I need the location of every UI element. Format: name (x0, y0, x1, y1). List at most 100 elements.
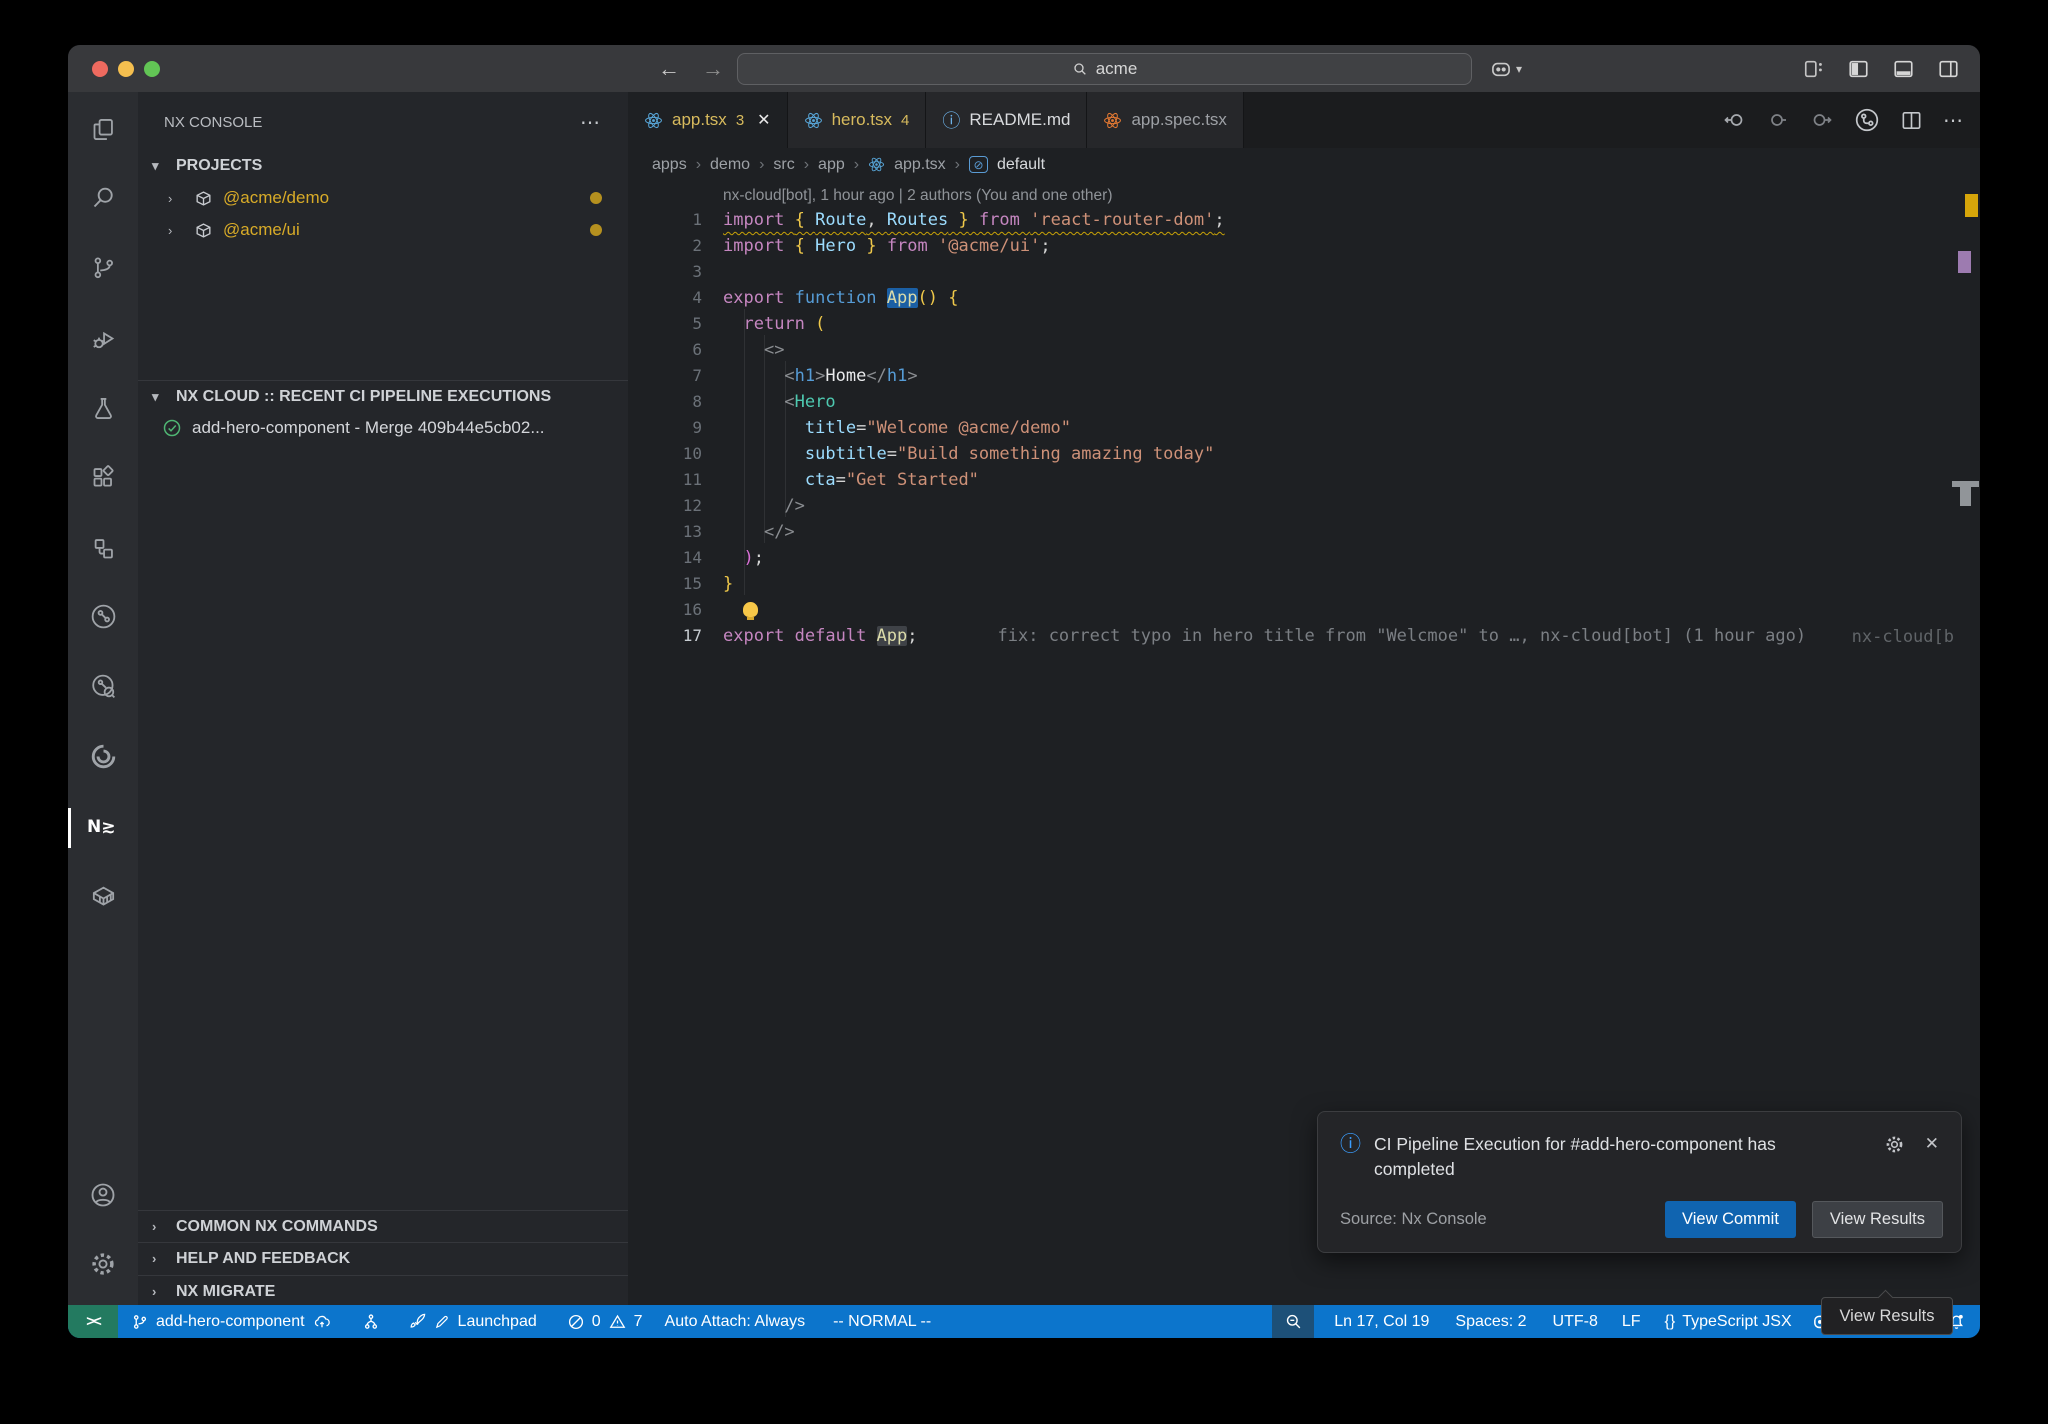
breadcrumb-item[interactable]: apps (652, 156, 687, 174)
language-mode-status-item[interactable]: {}TypeScript JSX (1665, 1313, 1792, 1331)
nx-console-icon: N≳ (86, 813, 120, 844)
search-icon (90, 184, 117, 216)
activity-bar-item-nx-project-graph-icon[interactable] (68, 527, 138, 575)
minimize-window-button[interactable] (118, 61, 134, 77)
notification-settings-gear-icon[interactable] (1884, 1134, 1905, 1155)
activity-bar-item-explorer-icon[interactable] (68, 108, 138, 156)
encoding-status-item[interactable]: UTF-8 (1553, 1313, 1598, 1331)
nx-project-graph-icon (90, 535, 117, 567)
navigate-current-icon[interactable] (1766, 108, 1790, 132)
lightbulb-icon[interactable] (743, 602, 758, 617)
breadcrumb-item[interactable]: src (773, 156, 794, 174)
circle-graph-search-icon (89, 672, 118, 706)
project-item-acme-demo[interactable]: › @acme/demo (138, 182, 628, 214)
warnings-icon (608, 1313, 627, 1331)
problems-status-item[interactable]: 0 7 (567, 1313, 643, 1331)
account-icon (89, 1181, 117, 1214)
copilot-menu[interactable]: ▾ (1490, 60, 1522, 78)
breadcrumb: apps› demo› src› app› app.tsx› ⊘ default (628, 148, 1980, 181)
activity-bar-item-nx-console-icon[interactable]: N≳ (68, 804, 138, 852)
line-content (702, 259, 723, 285)
breadcrumb-item[interactable]: demo (710, 156, 750, 174)
code-line[interactable]: 5 return ( (628, 311, 1980, 337)
activity-bar-item-source-control-icon[interactable] (68, 246, 138, 294)
activity-bar-item-container-icon[interactable] (68, 874, 138, 922)
line-number: 8 (628, 389, 702, 415)
view-results-button[interactable]: View Results (1812, 1201, 1943, 1238)
activity-bar-item-swirl-icon[interactable] (68, 735, 138, 783)
history-back-button[interactable]: ← (658, 56, 680, 82)
indentation-status-item[interactable]: Spaces: 2 (1455, 1313, 1526, 1331)
maximize-window-button[interactable] (144, 61, 160, 77)
tab-readme-md[interactable]: ⓘ README.md (926, 92, 1087, 148)
split-editor-icon[interactable] (1900, 109, 1923, 132)
line-content: subtitle="Build something amazing today" (702, 441, 1214, 467)
breadcrumb-item[interactable]: app (818, 156, 845, 174)
projects-section-header[interactable]: ▾ PROJECTS (138, 150, 628, 182)
navigate-back-icon[interactable] (1722, 108, 1746, 132)
pipeline-execution-item[interactable]: add-hero-component - Merge 409b44e5cb02.… (138, 412, 628, 444)
code-line[interactable]: 3 (628, 259, 1980, 285)
more-actions-icon[interactable]: ⋯ (1943, 108, 1964, 133)
history-forward-button[interactable]: → (702, 56, 724, 82)
help-and-feedback-section[interactable]: › HELP AND FEEDBACK (138, 1242, 628, 1274)
swirl-icon (89, 742, 118, 776)
activity-bar-item-settings-gear-icon[interactable] (68, 1242, 138, 1290)
code-line[interactable]: 10 subtitle="Build something amazing tod… (628, 441, 1980, 467)
view-commit-button[interactable]: View Commit (1665, 1201, 1796, 1238)
eol-status-item[interactable]: LF (1622, 1313, 1641, 1331)
launchpad-status-item[interactable]: Launchpad (408, 1312, 537, 1331)
code-line[interactable]: 7 <h1>Home</h1> (628, 363, 1980, 389)
activity-bar-item-testing-icon[interactable] (68, 387, 138, 435)
remote-indicator[interactable]: >< (68, 1305, 118, 1338)
code-line[interactable]: 6 <> (628, 337, 1980, 363)
activity-bar-item-run-debug-icon[interactable] (68, 317, 138, 365)
code-line[interactable]: 12 /> (628, 493, 1980, 519)
breadcrumb-item[interactable]: app.tsx (894, 156, 946, 174)
toggle-panel-icon[interactable] (1892, 58, 1915, 80)
code-line[interactable]: 14 ); (628, 545, 1980, 571)
code-line[interactable]: 16 (628, 597, 1980, 623)
commit-graph-icon[interactable] (1854, 107, 1880, 133)
code-line[interactable]: 15} (628, 571, 1980, 597)
git-graph-status-item[interactable] (362, 1313, 380, 1331)
code-line[interactable]: 8 <Hero (628, 389, 1980, 415)
activity-bar-item-circle-graph-search-icon[interactable] (68, 665, 138, 713)
code-line[interactable]: 13 </> (628, 519, 1980, 545)
activity-bar-item-search-icon[interactable] (68, 176, 138, 224)
code-line[interactable]: 17export default App;fix: correct typo i… (628, 623, 1980, 649)
close-window-button[interactable] (92, 61, 108, 77)
tab-app-tsx[interactable]: app.tsx 3 ✕ (628, 92, 788, 148)
common-nx-commands-section[interactable]: › COMMON NX COMMANDS (138, 1210, 628, 1242)
zoom-status-item[interactable] (1272, 1305, 1314, 1338)
code-line[interactable]: 4export function App() { (628, 285, 1980, 311)
chevron-right-icon: › (152, 1284, 168, 1299)
project-item-acme-ui[interactable]: › @acme/ui (138, 214, 628, 246)
code-line[interactable]: 2import { Hero } from '@acme/ui'; (628, 233, 1980, 259)
code-line[interactable]: 1import { Route, Routes } from 'react-ro… (628, 207, 1980, 233)
breadcrumb-item[interactable]: default (997, 156, 1045, 174)
run-debug-icon (90, 325, 117, 357)
cursor-position-status-item[interactable]: Ln 17, Col 19 (1334, 1313, 1429, 1331)
toggle-secondary-sidebar-icon[interactable] (1937, 58, 1960, 80)
nx-cloud-section-header[interactable]: ▾ NX CLOUD :: RECENT CI PIPELINE EXECUTI… (138, 380, 628, 412)
navigate-forward-icon[interactable] (1810, 108, 1834, 132)
customize-layout-icon[interactable] (1803, 58, 1825, 80)
line-content: title="Welcome @acme/demo" (702, 415, 1071, 441)
activity-bar-item-extensions-icon[interactable] (68, 456, 138, 504)
activity-bar-item-account-icon[interactable] (68, 1173, 138, 1221)
command-center-search[interactable]: acme (737, 53, 1472, 85)
line-number: 7 (628, 363, 702, 389)
code-line[interactable]: 9 title="Welcome @acme/demo" (628, 415, 1980, 441)
toggle-sidebar-icon[interactable] (1847, 58, 1870, 80)
activity-bar-item-circle-graph-icon[interactable] (68, 595, 138, 643)
tab-hero-tsx[interactable]: hero.tsx 4 (788, 92, 927, 148)
more-actions-icon[interactable]: ⋯ (580, 110, 602, 135)
notification-close-icon[interactable]: ✕ (1925, 1134, 1939, 1154)
code-line[interactable]: 11 cta="Get Started" (628, 467, 1980, 493)
tab-app-spec-tsx[interactable]: app.spec.tsx (1087, 92, 1243, 148)
close-tab-icon[interactable]: ✕ (757, 110, 770, 130)
branch-status-item[interactable]: add-hero-component (131, 1313, 332, 1331)
nx-migrate-section[interactable]: › NX MIGRATE (138, 1275, 628, 1307)
auto-attach-status-item[interactable]: Auto Attach: Always (665, 1313, 806, 1331)
